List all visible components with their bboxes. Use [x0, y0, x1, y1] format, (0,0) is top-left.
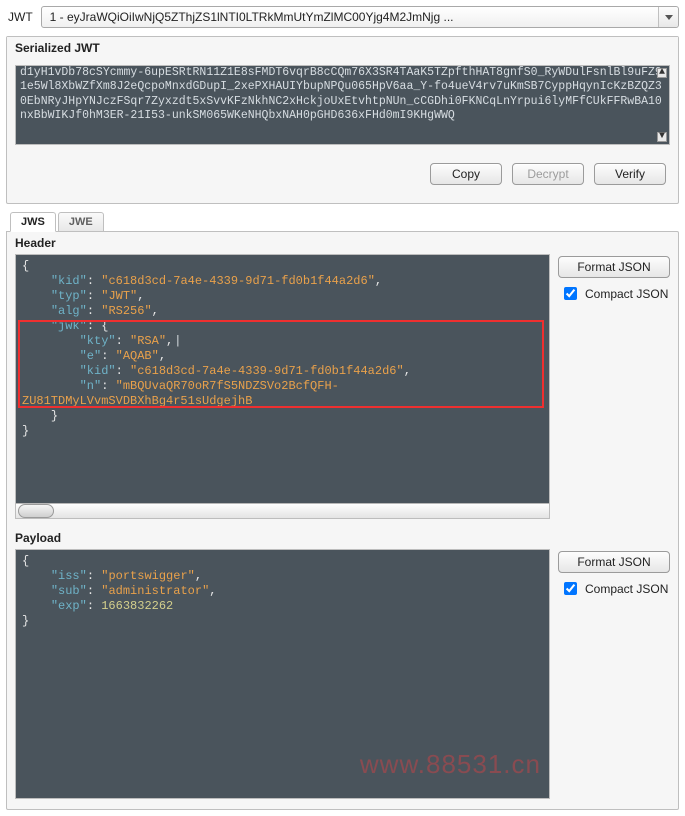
header-compact-json-input[interactable] [564, 287, 577, 300]
serialized-jwt-text: d1yH1vDb78cSYcmmy-6upESRtRN11Z1E8sFMDT6v… [20, 66, 662, 122]
decrypt-button[interactable]: Decrypt [512, 163, 584, 185]
verify-button[interactable]: Verify [594, 163, 666, 185]
tab-jwe[interactable]: JWE [58, 212, 104, 232]
payload-compact-json-label: Compact JSON [585, 582, 668, 596]
serialized-panel: Serialized JWT d1yH1vDb78cSYcmmy-6upESRt… [6, 36, 679, 204]
serialized-title: Serialized JWT [7, 37, 678, 57]
scroll-up-icon[interactable]: ▲ [657, 68, 667, 78]
copy-button[interactable]: Copy [430, 163, 502, 185]
horizontal-scrollbar[interactable] [16, 503, 549, 518]
tab-jws[interactable]: JWS [10, 212, 56, 232]
scroll-down-icon[interactable]: ▼ [657, 132, 667, 142]
payload-section-title: Payload [7, 527, 678, 549]
watermark-text: www.88531.cn [360, 748, 541, 781]
jwt-label: JWT [6, 10, 35, 24]
payload-format-json-button[interactable]: Format JSON [558, 551, 670, 573]
tab-content: Header { "kid": "c618d3cd-7a4e-4339-9d71… [6, 231, 679, 810]
header-compact-json-checkbox[interactable]: Compact JSON [558, 284, 670, 303]
jwt-selector-value: 1 - eyJraWQiOiIwNjQ5ZThjZS1lNTI0LTRkMmUt… [50, 10, 454, 24]
header-section-title: Header [7, 232, 678, 254]
payload-json-editor[interactable]: { "iss": "portswigger", "sub": "administ… [15, 549, 550, 799]
payload-compact-json-input[interactable] [564, 582, 577, 595]
jwt-selector-dropdown[interactable]: 1 - eyJraWQiOiIwNjQ5ZThjZS1lNTI0LTRkMmUt… [41, 6, 679, 28]
header-format-json-button[interactable]: Format JSON [558, 256, 670, 278]
serialized-jwt-textarea[interactable]: d1yH1vDb78cSYcmmy-6upESRtRN11Z1E8sFMDT6v… [15, 65, 670, 145]
tab-bar: JWS JWE [6, 212, 679, 232]
header-compact-json-label: Compact JSON [585, 287, 668, 301]
dropdown-arrow-icon [658, 7, 678, 27]
header-json-editor[interactable]: { "kid": "c618d3cd-7a4e-4339-9d71-fd0b1f… [15, 254, 550, 519]
payload-compact-json-checkbox[interactable]: Compact JSON [558, 579, 670, 598]
